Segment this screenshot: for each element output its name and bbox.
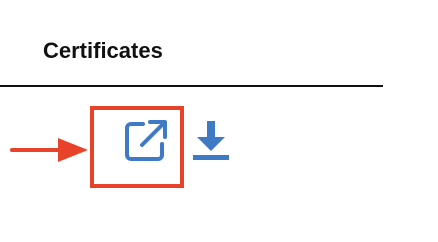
external-link-icon (121, 117, 169, 165)
page-title: Certificates (43, 38, 163, 63)
open-certificate-button[interactable] (121, 117, 169, 165)
annotation-arrow-icon (10, 136, 90, 164)
download-icon (191, 119, 231, 163)
header-divider (0, 85, 383, 87)
download-certificate-button[interactable] (191, 119, 231, 163)
